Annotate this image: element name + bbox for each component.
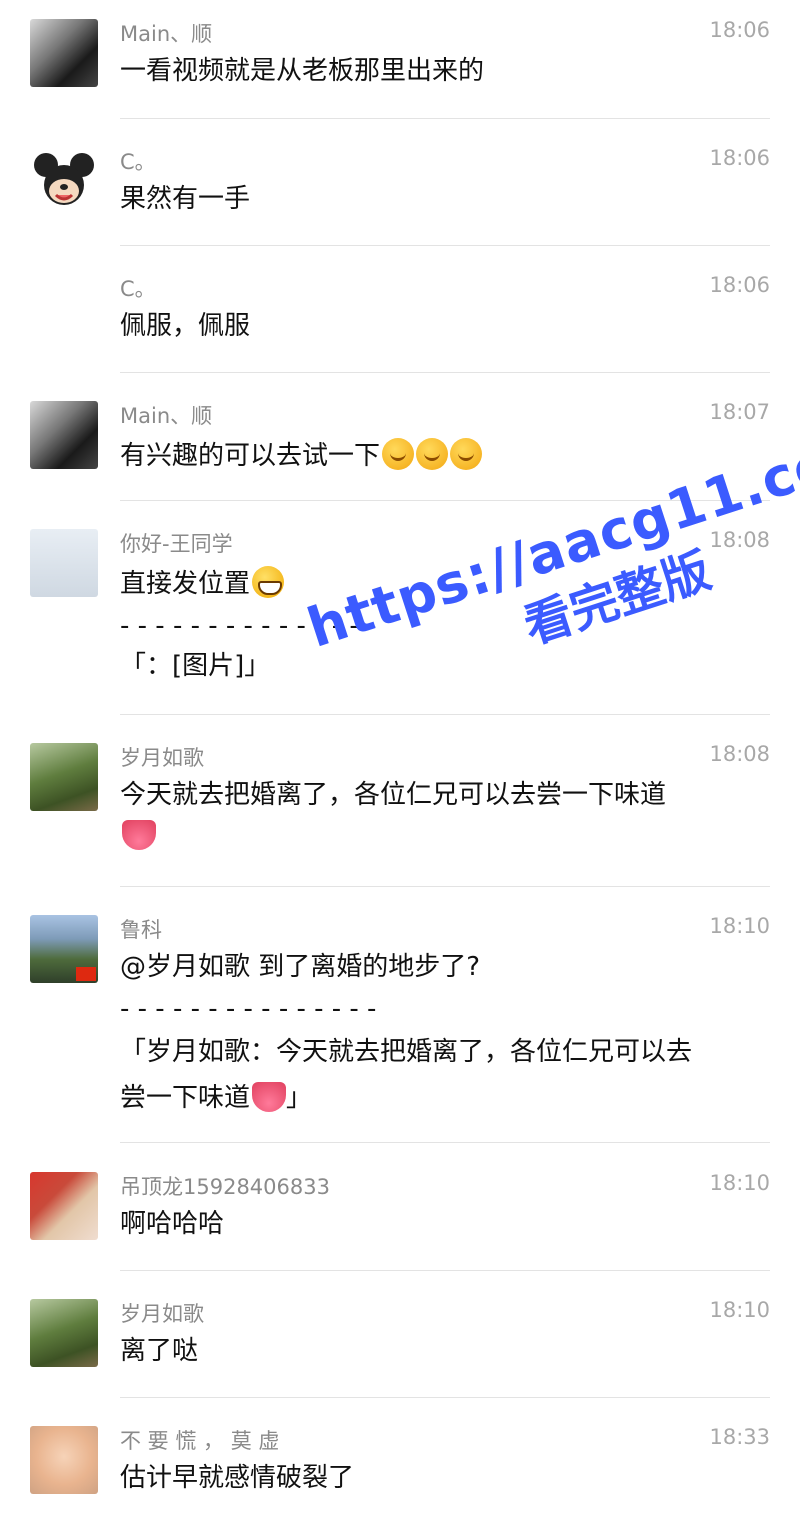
message-text: 离了哒 <box>120 1336 199 1366</box>
avatar-lu-ke[interactable] <box>30 915 98 983</box>
sender-name: 不 要 慌 ， 莫 虚 <box>120 1429 280 1453</box>
message-text: 果然有一手 <box>120 184 251 214</box>
quote-close: 」 <box>286 1083 313 1113</box>
message-time: 18:06 <box>709 273 770 297</box>
sender-name: 鲁科 <box>120 918 162 942</box>
message-time: 18:06 <box>709 146 770 170</box>
message-text-line: 有兴趣的可以去试一下 <box>120 438 483 471</box>
message-text: 一看视频就是从老板那里出来的 <box>120 56 485 86</box>
message-text-line <box>120 820 156 851</box>
thinking-emoji-icon <box>382 438 415 470</box>
sender-name: Main、顺 <box>120 404 213 428</box>
avatar-main-shun[interactable] <box>30 401 98 469</box>
message-divider <box>120 245 770 246</box>
message-time: 18:10 <box>709 1171 770 1195</box>
message-text-line: 果然有一手 <box>120 184 250 214</box>
message-divider <box>120 1270 770 1271</box>
avatar-bu-yao-huang[interactable] <box>30 1426 98 1494</box>
message-text-line: 佩服，佩服 <box>120 311 250 341</box>
message-text: 「：[图片]」 <box>120 651 271 681</box>
sender-name: 你好-王同学 <box>120 532 233 556</box>
message-time: 18:33 <box>709 1425 770 1449</box>
message-divider <box>120 1142 770 1143</box>
message-time: 18:06 <box>709 18 770 42</box>
message-divider <box>120 886 770 887</box>
tongue-emoji-icon <box>122 820 156 850</box>
message-time: 18:10 <box>709 1298 770 1322</box>
avatar-mickey[interactable] <box>30 147 98 215</box>
message-text: 「岁月如歌：今天就去把婚离了，各位仁兄可以去 <box>120 1037 693 1067</box>
sender-name: C。 <box>120 277 156 301</box>
message-text: - - - - - - - - - - - - - - - <box>120 994 377 1024</box>
message-divider <box>120 1397 770 1398</box>
message-text-line: 估计早就感情破裂了 <box>120 1463 354 1493</box>
message-text: 今天就去把婚离了，各位仁兄可以去尝一下味道 <box>120 780 667 810</box>
message-time: 18:10 <box>709 914 770 938</box>
sender-name: 岁月如歌 <box>120 746 204 770</box>
sender-name: 吊顶龙15928406833 <box>120 1175 330 1199</box>
message-text-line: 「：[图片]」 <box>120 651 270 681</box>
china-flag-icon <box>76 967 96 981</box>
tongue-emoji-icon <box>252 1082 287 1112</box>
message-text: 估计早就感情破裂了 <box>120 1463 355 1493</box>
message-text: 有兴趣的可以去试一下 <box>120 441 381 471</box>
message-divider <box>120 714 770 715</box>
message-text: 佩服，佩服 <box>120 311 251 341</box>
thinking-emoji-icon <box>416 438 449 470</box>
avatar-diao-ding-long[interactable] <box>30 1172 98 1240</box>
message-text-line: 「岁月如歌：今天就去把婚离了，各位仁兄可以去 <box>120 1037 692 1067</box>
message-text-line: - - - - - - - - - - - - - - - <box>120 994 376 1024</box>
avatar-suiyue-ruge[interactable] <box>30 743 98 811</box>
message-text-line: 尝一下味道 」 <box>120 1082 312 1113</box>
message-text-line: @岁月如歌 到了离婚的地步了? <box>120 952 480 982</box>
sender-name: C。 <box>120 150 156 174</box>
message-text: @岁月如歌 到了离婚的地步了? <box>120 952 481 982</box>
message-divider <box>120 372 770 373</box>
message-text-line: 一看视频就是从老板那里出来的 <box>120 56 484 86</box>
avatar-wang-tongxue[interactable] <box>30 529 98 597</box>
avatar-suiyue-ruge[interactable] <box>30 1299 98 1367</box>
message-text-line: 直接发位置 <box>120 566 285 599</box>
message-text: 啊哈哈哈 <box>120 1209 225 1239</box>
sender-name: 岁月如歌 <box>120 1302 204 1326</box>
thinking-emoji-icon <box>450 438 483 470</box>
message-time: 18:07 <box>709 400 770 424</box>
message-time: 18:08 <box>709 742 770 766</box>
message-text: 尝一下味道 <box>120 1083 251 1113</box>
message-text: 直接发位置 <box>120 569 251 599</box>
message-text-line: 啊哈哈哈 <box>120 1209 224 1239</box>
grin-emoji-icon <box>252 566 285 598</box>
message-text-line: 离了哒 <box>120 1336 198 1366</box>
message-divider <box>120 118 770 119</box>
avatar-main-shun[interactable] <box>30 19 98 87</box>
sender-name: Main、顺 <box>120 22 213 46</box>
message-text-line: 今天就去把婚离了，各位仁兄可以去尝一下味道 <box>120 780 666 810</box>
